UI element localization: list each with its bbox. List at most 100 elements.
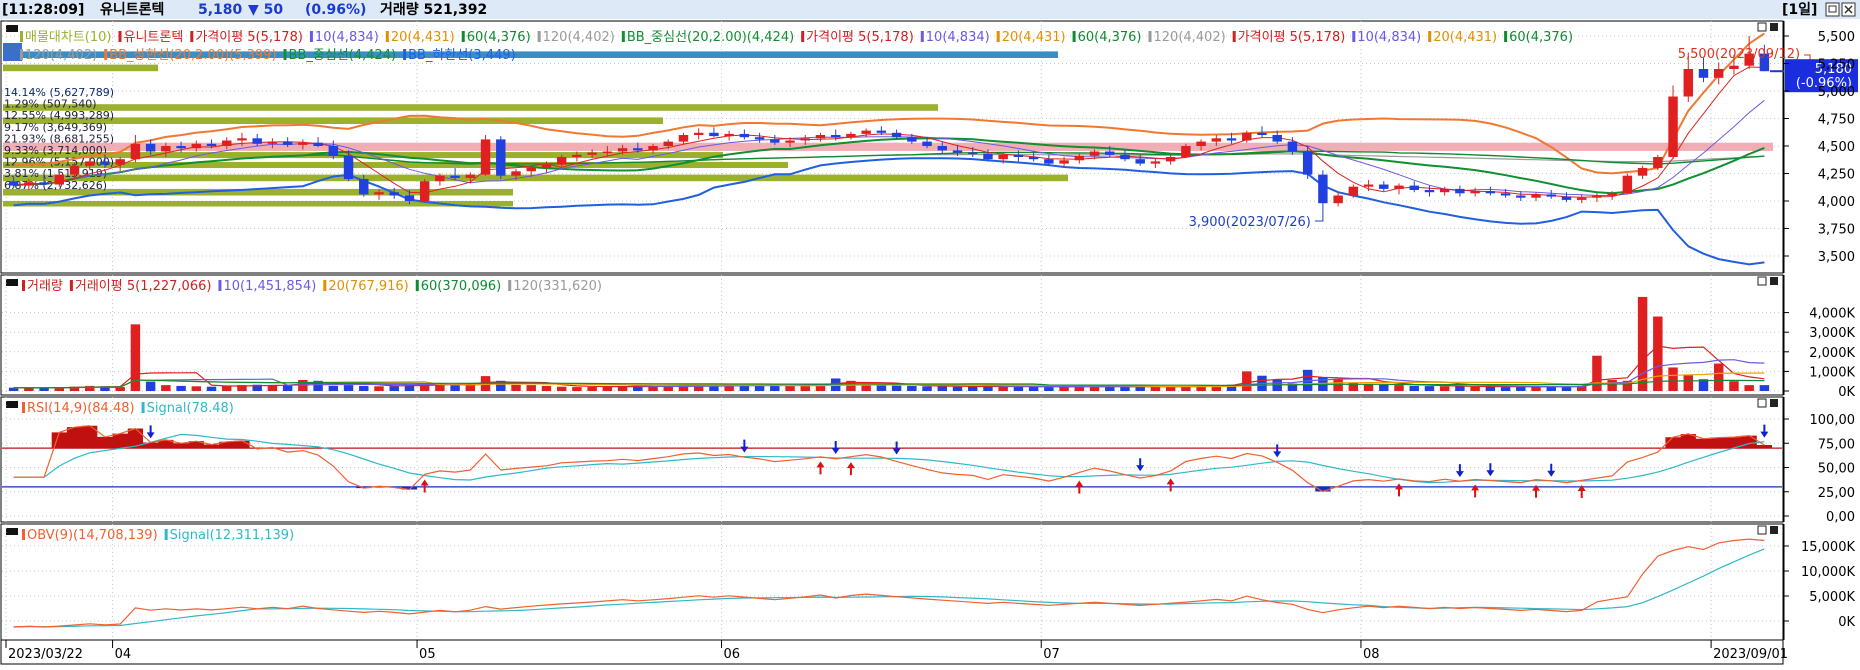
- chart-window: [11:28:09] 유니트론텍 5,180 ▼ 50 (0.96%) 거래량 …: [0, 0, 1860, 666]
- volume-bar: [1668, 367, 1678, 391]
- volume-bar: [770, 385, 780, 391]
- rsi-legend-label: Signal(78.48): [147, 401, 234, 416]
- candle: [678, 135, 689, 142]
- volume-bar: [1470, 386, 1480, 391]
- volume-legend-label: 거래량: [27, 279, 63, 294]
- rsi-tick-label: 100,00: [1810, 413, 1856, 428]
- volume-legend-label: 120(331,620): [513, 279, 602, 294]
- candle: [176, 146, 186, 149]
- volume-bar: [1653, 316, 1663, 391]
- candle: [145, 143, 156, 152]
- price-tick-label: 3,750: [1818, 223, 1855, 238]
- volume-bar: [161, 385, 171, 391]
- candle: [1637, 168, 1648, 176]
- candle: [450, 175, 460, 178]
- candle: [8, 181, 19, 186]
- price-legend-label: 60(4,376): [467, 30, 531, 45]
- candle: [1044, 159, 1054, 164]
- volume-bar: [389, 386, 399, 391]
- price-legend-label: 20(4,431): [1002, 30, 1066, 45]
- candle: [419, 181, 430, 201]
- volume-bar: [1120, 386, 1130, 391]
- candle: [1028, 157, 1039, 160]
- candle: [709, 132, 719, 137]
- candle: [891, 132, 902, 138]
- header-pct: (0.96%): [305, 2, 366, 18]
- price-legend-swatch: [1428, 31, 1432, 42]
- candle: [1546, 194, 1556, 197]
- candle: [1105, 151, 1115, 155]
- vol-tick-label: 2,000K: [1809, 346, 1855, 361]
- candle: [374, 192, 384, 195]
- volume-bar: [1729, 381, 1739, 391]
- candle: [328, 146, 339, 156]
- panel-menu-icon: [6, 528, 18, 535]
- candle: [359, 179, 369, 195]
- price-tick-label: 5,000: [1818, 85, 1855, 100]
- obv-tick-label: 10,000K: [1801, 565, 1855, 580]
- volume-legend-swatch: [69, 280, 73, 291]
- candle: [633, 148, 643, 151]
- candle: [983, 153, 993, 160]
- volume-bar: [1744, 385, 1754, 391]
- candle: [1561, 196, 1572, 200]
- vol-tick-label: 3,000K: [1809, 326, 1855, 341]
- volume-bar: [450, 384, 460, 391]
- panel-close-icon: [1770, 277, 1778, 285]
- panel-menu-icon: [6, 25, 18, 32]
- volume-profile-bar: [3, 142, 1773, 151]
- candle: [663, 141, 673, 146]
- price-legend-2-swatch: [283, 49, 287, 60]
- candle: [1135, 159, 1145, 164]
- volume-bar: [907, 385, 917, 391]
- price-legend-2-swatch: [20, 49, 23, 60]
- candle: [298, 142, 308, 145]
- price-tick-label: 5,250: [1818, 58, 1855, 73]
- rsi-tick-label: 50,00: [1818, 462, 1855, 477]
- restore-icon[interactable]: [1825, 2, 1840, 17]
- price-legend-2-swatch: [104, 49, 108, 60]
- rsi-tick-label: 75,00: [1818, 437, 1855, 452]
- volume-bar: [1439, 386, 1450, 391]
- header-time: [11:28:09]: [2, 2, 84, 18]
- candle: [1059, 160, 1069, 164]
- candle: [1302, 151, 1313, 175]
- candle: [267, 141, 278, 144]
- candle: [648, 146, 658, 151]
- price-tick-label: 4,750: [1818, 113, 1855, 128]
- candle: [1409, 185, 1419, 190]
- panel-maximize-icon: [1757, 276, 1767, 286]
- volume-bar: [648, 386, 658, 391]
- volume-bar: [24, 388, 34, 391]
- volume-bar: [526, 385, 536, 391]
- volume-bar: [206, 386, 217, 391]
- vol-tick-label: 1,000K: [1809, 365, 1855, 380]
- volume-legend-swatch: [415, 280, 419, 291]
- rsi-legend-swatch: [22, 402, 25, 413]
- price-legend-label: BB_중심선(20,2.00)(4,424): [627, 30, 794, 45]
- price-legend-label: 유니트론텍: [124, 30, 184, 45]
- volume-bar: [998, 386, 1008, 391]
- vol-tick-label: 4,000K: [1809, 307, 1855, 322]
- candle: [770, 139, 780, 143]
- candle: [1424, 190, 1435, 193]
- price-legend-swatch: [309, 31, 313, 42]
- period-label[interactable]: [1일]: [1782, 2, 1817, 18]
- volume-bar: [1500, 387, 1511, 391]
- candle: [1653, 157, 1663, 168]
- candle: [1165, 157, 1176, 162]
- volume-bar: [754, 385, 765, 391]
- x-tick-label: 04: [115, 647, 132, 662]
- rsi-legend-label: RSI(14,9)(84.48): [27, 401, 135, 416]
- candle: [1439, 188, 1450, 193]
- candle: [724, 133, 734, 137]
- candle: [1607, 193, 1617, 196]
- volume-bar: [1607, 380, 1617, 391]
- candle: [1622, 175, 1633, 194]
- obv-tick-label: 5,000K: [1809, 590, 1855, 605]
- price-legend-swatch: [621, 31, 625, 42]
- price-legend-2-label: BB_중심선(4,424): [289, 48, 397, 63]
- price-legend-label: 10(4,834): [315, 30, 379, 45]
- candle: [602, 151, 613, 153]
- price-legend-label: 10(4,834): [926, 30, 990, 45]
